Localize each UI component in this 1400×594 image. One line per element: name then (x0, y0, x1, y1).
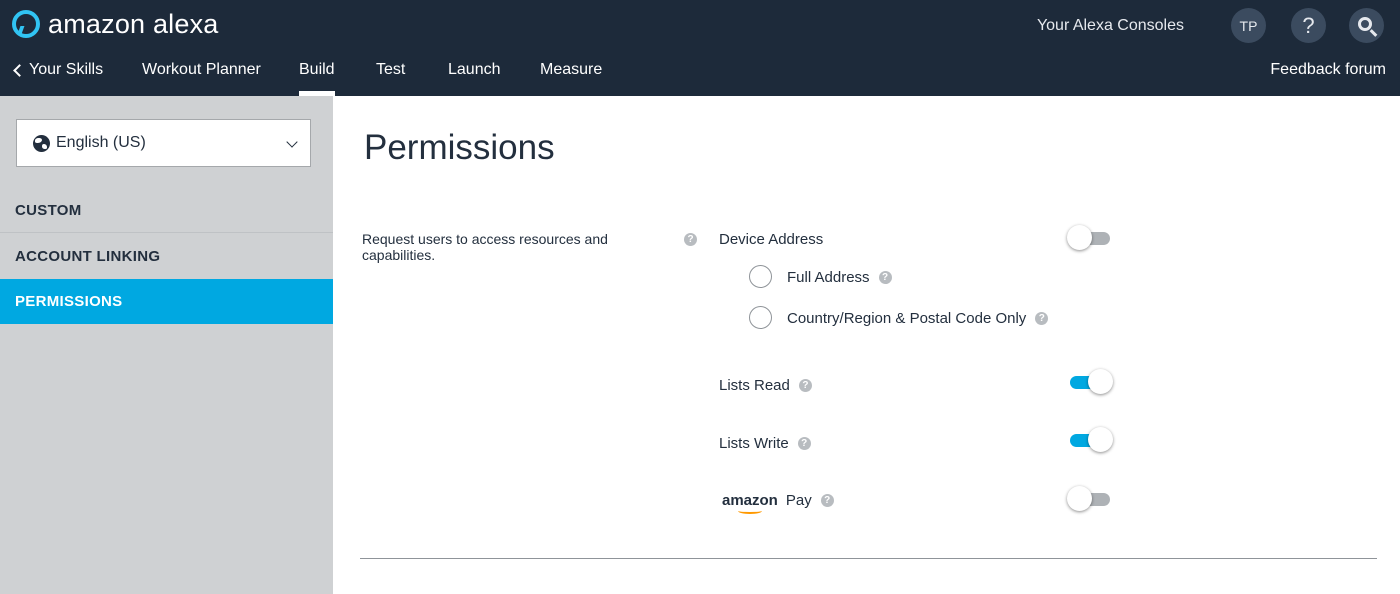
full-address-help-icon[interactable]: ? (878, 271, 892, 284)
description-help-icon[interactable]: ? (684, 233, 697, 246)
alexa-consoles-link[interactable]: Your Alexa Consoles (1037, 17, 1184, 35)
sidebar-item-account-linking[interactable]: ACCOUNT LINKING (0, 234, 333, 279)
locale-select[interactable]: English (US) (16, 119, 311, 167)
chevron-left-icon (13, 64, 26, 77)
lists-read-help-icon[interactable]: ? (798, 379, 812, 392)
your-skills-label: Your Skills (29, 61, 104, 78)
tab-launch[interactable]: Launch (448, 61, 501, 96)
postal-code-text: Country/Region & Postal Code Only (787, 310, 1027, 327)
chevron-down-icon (286, 136, 298, 148)
skill-name-link[interactable]: Workout Planner (142, 61, 261, 96)
alexa-logo-icon (12, 10, 40, 38)
postal-code-radio[interactable] (749, 306, 772, 329)
toggle-knob (1088, 427, 1113, 452)
globe-icon (33, 134, 50, 152)
feedback-forum-link[interactable]: Feedback forum (1270, 61, 1386, 79)
amazon-logo: amazon (722, 492, 778, 514)
sidebar: English (US) CUSTOM ACCOUNT LINKING PERM… (0, 96, 333, 594)
sidebar-item-permissions[interactable]: PERMISSIONS (0, 279, 333, 324)
amazon-pay-toggle[interactable] (1067, 486, 1113, 512)
lists-write-label: Lists Write ? (719, 435, 811, 452)
amazon-smile-icon (738, 508, 762, 514)
search-button[interactable] (1349, 8, 1384, 43)
toggle-knob (1067, 486, 1092, 511)
skill-nav: Your Skills Workout Planner Build Test L… (0, 55, 1400, 96)
your-skills-link[interactable]: Your Skills (12, 61, 103, 96)
sidebar-item-custom[interactable]: CUSTOM (0, 188, 333, 233)
user-avatar[interactable]: TP (1231, 8, 1266, 43)
device-address-label: Device Address (719, 231, 823, 248)
amazon-pay-label: amazon Pay ? (722, 492, 834, 514)
postal-code-label: Country/Region & Postal Code Only ? (787, 310, 1049, 327)
lists-read-text: Lists Read (719, 377, 790, 394)
locale-value: English (US) (56, 134, 146, 151)
search-icon (1357, 16, 1372, 31)
lists-read-toggle[interactable] (1067, 369, 1113, 395)
permissions-description: Request users to access resources and ca… (362, 231, 608, 263)
full-address-radio[interactable] (749, 265, 772, 288)
lists-write-help-icon[interactable]: ? (797, 437, 811, 450)
amazon-logo-text: amazon (722, 492, 778, 509)
amazon-pay-text: Pay (785, 492, 812, 509)
lists-write-text: Lists Write (719, 435, 789, 452)
device-address-text: Device Address (719, 231, 824, 248)
tab-measure[interactable]: Measure (540, 61, 602, 96)
full-address-label: Full Address ? (787, 269, 892, 286)
lists-read-label: Lists Read ? (719, 377, 812, 394)
full-address-text: Full Address (787, 269, 870, 286)
tab-build[interactable]: Build (299, 61, 335, 96)
tab-test[interactable]: Test (376, 61, 405, 96)
brand-name: amazon alexa (48, 8, 219, 39)
alexa-logo[interactable]: amazon alexa (12, 8, 219, 39)
page-title: Permissions (364, 128, 555, 167)
lists-write-toggle[interactable] (1067, 427, 1113, 453)
device-address-toggle[interactable] (1067, 225, 1113, 251)
postal-code-help-icon[interactable]: ? (1035, 312, 1049, 325)
content-divider (360, 558, 1377, 559)
toggle-knob (1088, 369, 1113, 394)
help-icon[interactable]: ? (1291, 8, 1326, 43)
top-header: amazon alexa Your Alexa Consoles TP ? Yo… (0, 0, 1400, 96)
amazon-pay-help-icon[interactable]: ? (820, 494, 834, 507)
toggle-knob (1067, 225, 1092, 250)
